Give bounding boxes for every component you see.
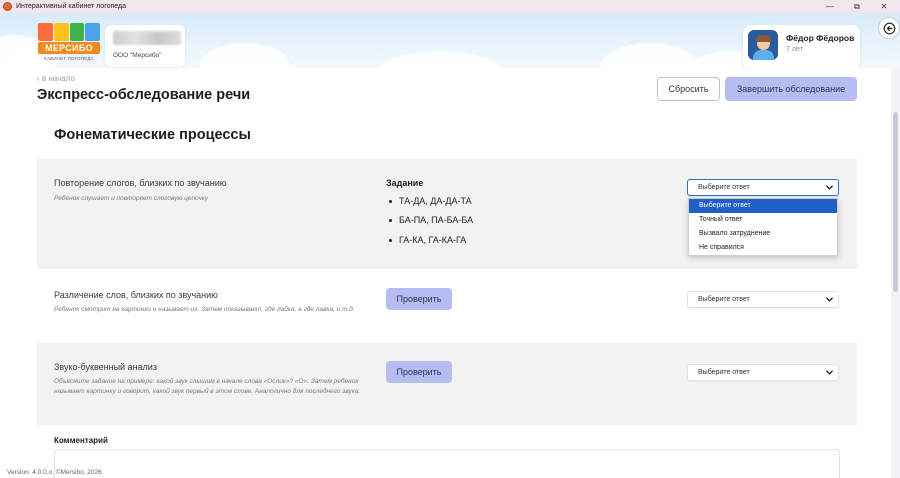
select-value: Выберите ответ: [698, 184, 750, 191]
organization-name: ООО "Мерсибо": [113, 52, 162, 59]
bullet-icon: [389, 238, 392, 242]
user-age: 7 лет: [786, 46, 803, 53]
bullet-icon: [389, 218, 392, 222]
logo-subtitle: КАБИНЕТ ЛОГОПЕДА: [44, 56, 94, 61]
task-item-text: ГА-КА, ГА-КА-ГА: [399, 235, 467, 245]
organization-logo-blurred: [113, 31, 181, 45]
dropdown-option[interactable]: Выберите ответ: [689, 199, 837, 213]
organization-card[interactable]: ООО "Мерсибо": [105, 25, 185, 67]
app-icon: [3, 2, 12, 11]
task-heading: Задание: [386, 178, 424, 188]
chevron-down-icon: [826, 297, 833, 302]
scrollbar-thumb[interactable]: [893, 112, 898, 292]
user-name: Фёдор Фёдоров: [786, 33, 855, 43]
dropdown-option[interactable]: Точный ответ: [689, 213, 837, 227]
finish-examination-button[interactable]: Завершить обследование: [725, 77, 857, 101]
row-title: Звуко-буквенный анализ: [54, 362, 157, 372]
exit-button[interactable]: [878, 17, 900, 39]
task-item: ТА-ДА, ДА-ДА-ТА: [389, 196, 472, 206]
chevron-down-icon: [826, 185, 833, 190]
section-title: Фонематические процессы: [54, 127, 251, 143]
row-description: Ребенок смотрит на картинки и называет и…: [54, 306, 355, 313]
user-card[interactable]: Фёдор Фёдоров 7 лет: [743, 25, 860, 68]
answer-select-open[interactable]: Выберите ответ: [687, 179, 839, 196]
comment-label: Комментарий: [54, 436, 108, 445]
check-button[interactable]: Проверить: [386, 361, 452, 383]
select-value: Выберите ответ: [698, 296, 750, 303]
avatar: [748, 30, 778, 60]
bullet-icon: [389, 199, 392, 203]
answer-dropdown-list: Выберите ответ Точный ответ Вызвало затр…: [688, 198, 838, 256]
window-titlebar: Интерактивный кабинет логопеда: [0, 0, 900, 13]
task-row-sound-letter-analysis: Звуко-буквенный анализ Объясните задание…: [37, 343, 857, 425]
window-title: Интерактивный кабинет логопеда: [16, 3, 126, 10]
logo-wordmark: МЕРСИБО: [38, 42, 100, 54]
chevron-down-icon: [826, 370, 833, 375]
task-row-word-discrimination: Различение слов, близких по звучанию Реб…: [37, 269, 857, 343]
minimize-button[interactable]: —: [816, 0, 844, 13]
check-button[interactable]: Проверить: [386, 288, 452, 310]
back-to-start-link[interactable]: ‹ в начало: [37, 74, 75, 83]
row-title: Различение слов, близких по звучанию: [54, 290, 218, 300]
mersibo-logo[interactable]: МЕРСИБО КАБИНЕТ ЛОГОПЕДА: [38, 23, 100, 65]
select-value: Выберите ответ: [698, 369, 750, 376]
dropdown-option[interactable]: Вызвало затруднение: [689, 227, 837, 241]
close-button[interactable]: ✕: [870, 0, 898, 13]
task-item-text: БА-ПА, ПА-БА-БА: [399, 215, 474, 225]
dropdown-option[interactable]: Не справился: [689, 241, 837, 255]
answer-select[interactable]: Выберите ответ: [687, 364, 839, 381]
page-title: Экспресс-обследование речи: [37, 87, 251, 103]
row-description: Объясните задание на примере: какой звук…: [54, 378, 361, 395]
comment-textarea[interactable]: [54, 449, 840, 478]
answer-select[interactable]: Выберите ответ: [687, 291, 839, 308]
restore-button[interactable]: ⧉: [843, 0, 871, 13]
task-item-text: ТА-ДА, ДА-ДА-ТА: [399, 196, 472, 206]
task-item: ГА-КА, ГА-КА-ГА: [389, 235, 466, 245]
task-item: БА-ПА, ПА-БА-БА: [389, 215, 473, 225]
version-text: Version: 4.0.0.o, ©Mersibo, 2026: [7, 469, 102, 476]
row-title: Повторение слогов, близких по звучанию: [54, 178, 227, 188]
reset-button[interactable]: Сбросить: [657, 77, 720, 101]
app-header: МЕРСИБО КАБИНЕТ ЛОГОПЕДА ООО "Мерсибо" Ф…: [0, 13, 900, 68]
logo-blocks: [38, 23, 100, 41]
exit-icon: [883, 22, 895, 34]
row-description: Ребенок слушает и повторяет слоговую цеп…: [54, 195, 209, 202]
